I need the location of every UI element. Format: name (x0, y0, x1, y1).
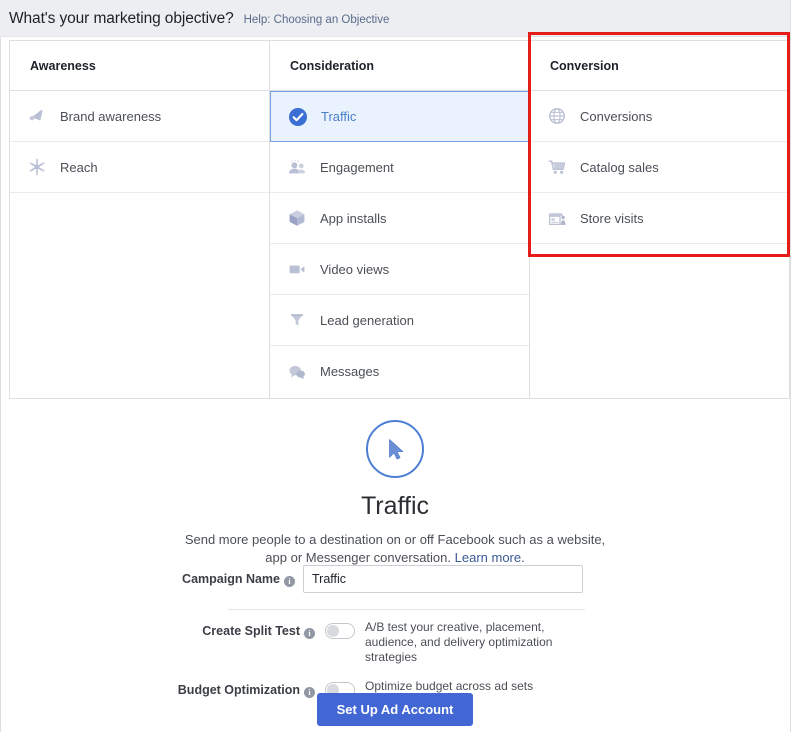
objective-label: Engagement (320, 159, 394, 175)
objective-detail-panel: Traffic Send more people to a destinatio… (0, 420, 790, 567)
objective-item-messages[interactable]: Messages (270, 346, 529, 397)
page-title: What's your marketing objective? (9, 10, 234, 27)
split-test-row: Create Split Test i A/B test your creativ… (0, 620, 790, 665)
objective-label: Reach (60, 159, 98, 175)
funnel-icon (284, 307, 310, 333)
detail-description-text: Send more people to a destination on or … (184, 532, 606, 565)
campaign-name-label-text: Campaign Name (182, 571, 280, 586)
campaign-name-row: Campaign Name i (0, 565, 790, 593)
objective-item-traffic[interactable]: Traffic (270, 91, 529, 142)
objective-label: Traffic (321, 109, 357, 124)
check-circle-icon (285, 104, 311, 130)
objective-table: Awareness Brand awareness Reach Consider… (9, 40, 790, 399)
budget-optimization-description: Optimize budget across ad sets (365, 679, 534, 693)
objective-label: Store visits (580, 210, 644, 226)
help-choosing-objective-link[interactable]: Help: Choosing an Objective (244, 14, 390, 26)
form-divider (228, 609, 585, 610)
video-camera-icon (284, 256, 310, 282)
campaign-name-label: Campaign Name i (0, 572, 303, 587)
toggle-knob (327, 625, 339, 637)
set-up-ad-account-button[interactable]: Set Up Ad Account (316, 693, 474, 726)
speech-bubbles-icon (284, 359, 310, 385)
conversion-column-spacer (530, 244, 789, 347)
objective-item-brand-awareness[interactable]: Brand awareness (10, 91, 269, 142)
objective-label: Brand awareness (60, 108, 162, 124)
split-test-toggle[interactable] (325, 623, 355, 639)
split-test-label: Create Split Test i (0, 620, 325, 639)
storefront-icon (544, 205, 570, 231)
objective-column-consideration: Consideration Traffic Engagement App ins… (270, 41, 530, 398)
objective-item-app-installs[interactable]: App installs (270, 193, 529, 244)
cursor-arrow-icon (366, 420, 424, 478)
objective-label: Lead generation (320, 312, 414, 328)
objective-item-reach[interactable]: Reach (10, 142, 269, 193)
globe-icon (544, 103, 570, 129)
awareness-column-spacer (10, 193, 269, 398)
column-header-consideration: Consideration (270, 41, 529, 91)
ads-manager-objective-page: What's your marketing objective? Help: C… (0, 0, 800, 732)
campaign-form: Campaign Name i (0, 565, 790, 593)
objective-label: Catalog sales (580, 159, 659, 175)
objective-item-video-views[interactable]: Video views (270, 244, 529, 295)
info-icon[interactable]: i (284, 575, 295, 587)
objective-item-conversions[interactable]: Conversions (530, 91, 789, 142)
objective-item-catalog-sales[interactable]: Catalog sales (530, 142, 789, 193)
megaphone-icon (24, 103, 50, 129)
reach-starburst-icon (24, 154, 50, 180)
objective-label: Video views (320, 261, 390, 277)
page-topbar: What's your marketing objective? Help: C… (0, 0, 800, 37)
column-header-awareness: Awareness (10, 41, 269, 91)
page-right-margin (791, 0, 800, 732)
campaign-name-input[interactable] (303, 565, 583, 593)
column-header-conversion: Conversion (530, 41, 789, 91)
objective-label: Conversions (580, 108, 653, 124)
detail-title: Traffic (360, 492, 430, 520)
detail-description: Send more people to a destination on or … (180, 531, 610, 567)
objective-item-engagement[interactable]: Engagement (270, 142, 529, 193)
learn-more-link[interactable]: Learn more. (455, 550, 525, 565)
split-test-description: A/B test your creative, placement, audie… (365, 620, 553, 664)
split-test-label-text: Create Split Test (202, 624, 300, 638)
objective-column-conversion: Conversion Conversions Catalog sales Sto… (530, 41, 789, 398)
info-icon[interactable]: i (304, 628, 315, 639)
cube-icon (284, 205, 310, 231)
objective-label: App installs (320, 210, 387, 226)
submit-button-wrap: Set Up Ad Account (0, 693, 790, 726)
toggle-section: Create Split Test i A/B test your creativ… (0, 620, 790, 698)
objective-item-store-visits[interactable]: Store visits (530, 193, 789, 244)
shopping-cart-icon (544, 154, 570, 180)
objective-item-lead-generation[interactable]: Lead generation (270, 295, 529, 346)
objective-column-awareness: Awareness Brand awareness Reach (10, 41, 270, 398)
objective-label: Messages (320, 364, 380, 379)
people-icon (284, 154, 310, 180)
